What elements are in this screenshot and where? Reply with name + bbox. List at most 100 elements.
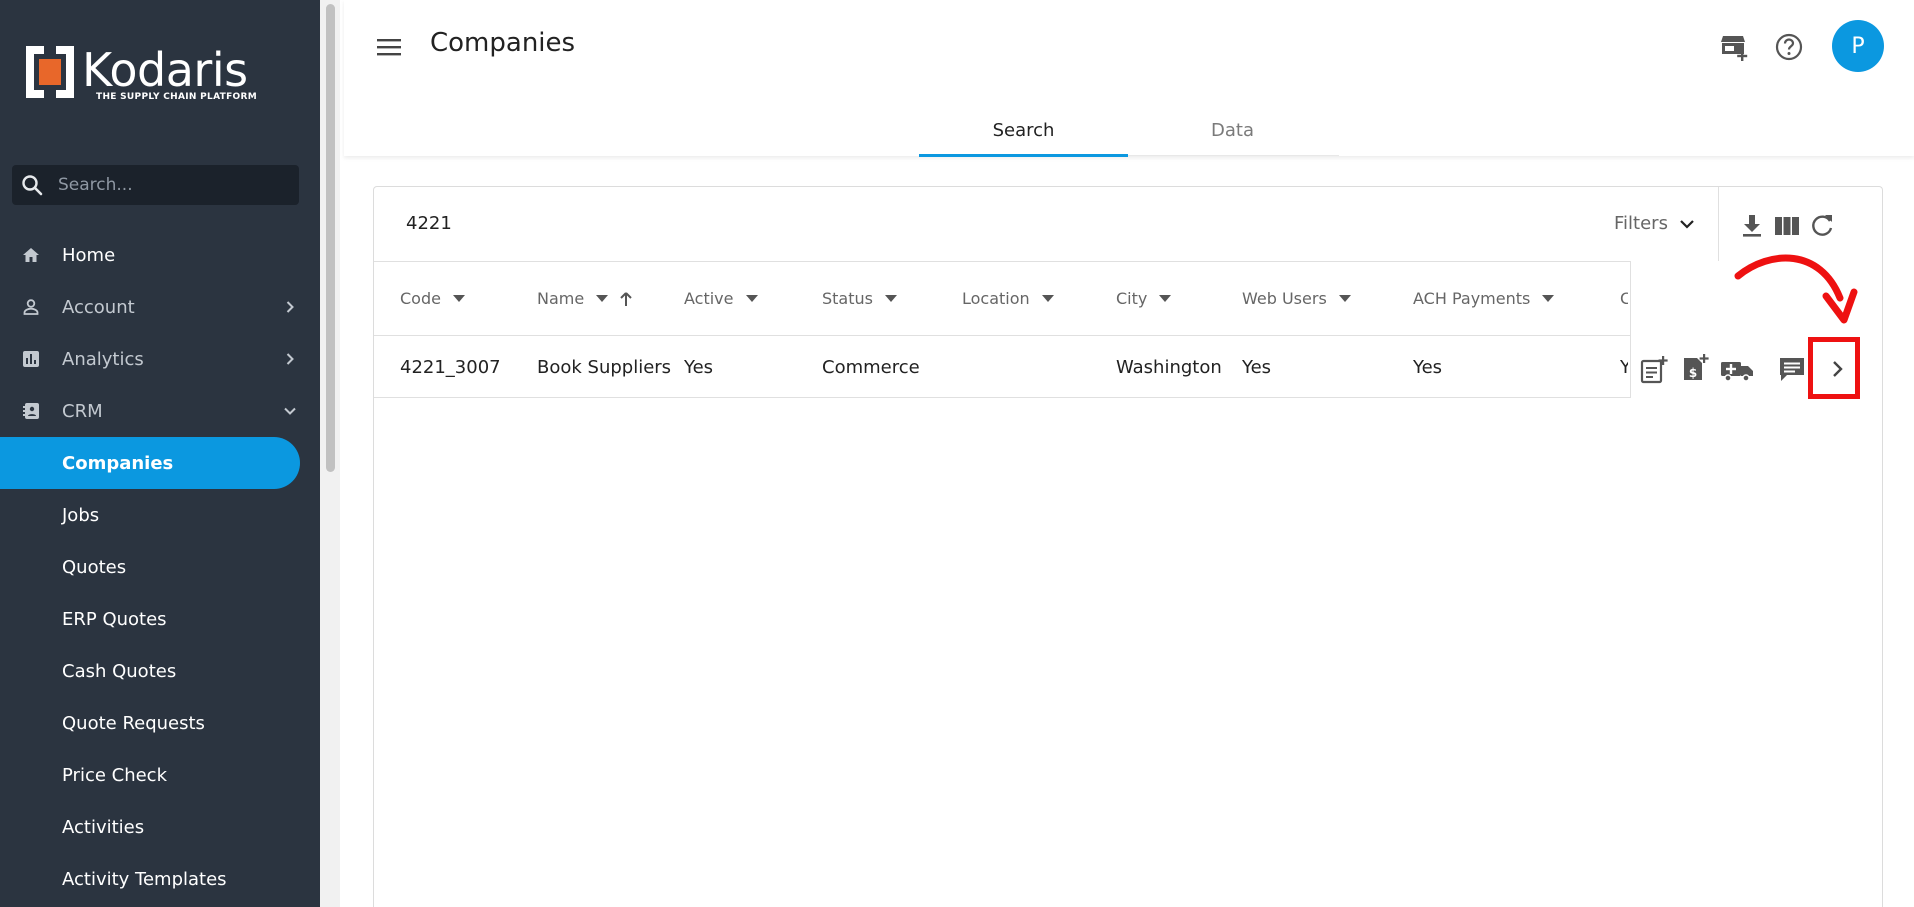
tab-search[interactable]: Search <box>919 104 1128 157</box>
sidebar-nav: Home Account Analytics CRM Companies Job… <box>0 229 320 905</box>
sidebar-item-label: Jobs <box>62 504 100 526</box>
sidebar-item-label: Price Check <box>62 764 168 786</box>
sidebar-item-quote-requests[interactable]: Quote Requests <box>0 697 320 749</box>
sidebar-item-label: Quotes <box>62 556 127 578</box>
caret-down-icon[interactable] <box>452 294 465 303</box>
sidebar-item-quotes[interactable]: Quotes <box>0 541 320 593</box>
column-header-status[interactable]: Status <box>822 289 897 308</box>
new-note-icon[interactable] <box>1639 355 1669 385</box>
column-label: Code <box>400 289 441 308</box>
sidebar-item-label: Home <box>62 244 116 266</box>
curved-arrow-icon <box>1734 254 1858 324</box>
columns-icon[interactable] <box>1773 212 1801 240</box>
search-query-input[interactable]: 4221 <box>406 213 452 234</box>
column-header-name[interactable]: Name <box>537 289 634 308</box>
column-header-truncated[interactable]: Co <box>1620 289 1628 308</box>
home-icon <box>23 248 39 262</box>
column-header-ach-payments[interactable]: ACH Payments <box>1413 289 1555 308</box>
table-cell-code: 4221_3007 <box>400 357 501 378</box>
sidebar-item-label: CRM <box>62 400 103 422</box>
chevron-down-icon <box>1680 219 1694 229</box>
highlight-box <box>1808 337 1860 399</box>
sidebar-item-home[interactable]: Home <box>0 229 320 281</box>
chevron-right-icon <box>286 353 294 365</box>
column-label: City <box>1116 289 1148 308</box>
column-label: Name <box>537 289 585 308</box>
column-header-location[interactable]: Location <box>962 289 1054 308</box>
column-header-code[interactable]: Code <box>400 289 465 308</box>
sidebar-item-activity-templates[interactable]: Activity Templates <box>0 853 320 905</box>
sidebar-item-activities[interactable]: Activities <box>0 801 320 853</box>
column-label: Status <box>822 289 873 308</box>
column-header-active[interactable]: Active <box>684 289 758 308</box>
brand-tagline: THE SUPPLY CHAIN PLATFORM <box>96 92 257 102</box>
sidebar-item-label: Activity Templates <box>62 868 227 890</box>
sidebar-search <box>12 165 299 205</box>
caret-down-icon[interactable] <box>1041 294 1054 303</box>
filters-label: Filters <box>1614 213 1668 234</box>
comment-icon[interactable] <box>1777 354 1807 384</box>
table-cell-city: Washington <box>1116 357 1222 378</box>
table-cell-truncated: Ye <box>1620 357 1628 378</box>
toolbar-divider <box>1718 187 1719 261</box>
sidebar-scrollbar-thumb[interactable] <box>326 4 335 472</box>
table-cell-active: Yes <box>684 357 714 378</box>
new-quote-icon[interactable]: $ <box>1680 353 1710 383</box>
sidebar-item-label: Companies <box>62 452 174 474</box>
sort-ascending-icon[interactable] <box>618 291 634 307</box>
hamburger-menu-icon[interactable] <box>374 32 404 62</box>
sidebar-item-label: Quote Requests <box>62 712 205 734</box>
sidebar-item-price-check[interactable]: Price Check <box>0 749 320 801</box>
brand-name: Kodaris <box>82 43 248 97</box>
refresh-icon[interactable] <box>1808 212 1836 240</box>
sidebar-item-label: Cash Quotes <box>62 660 177 682</box>
caret-down-icon[interactable] <box>596 294 609 303</box>
analytics-icon <box>23 351 39 367</box>
column-label: ACH Payments <box>1413 289 1531 308</box>
user-avatar[interactable]: P <box>1832 20 1884 72</box>
sidebar-item-companies[interactable]: Companies <box>0 437 300 489</box>
column-label: Location <box>962 289 1030 308</box>
filters-dropdown[interactable]: Filters <box>1614 213 1696 234</box>
app-header: Companies P Search Data <box>344 0 1914 157</box>
table-cell-ach-payments: Yes <box>1413 357 1443 378</box>
download-icon[interactable] <box>1738 212 1766 240</box>
add-store-icon[interactable] <box>1720 32 1750 62</box>
sidebar-item-analytics[interactable]: Analytics <box>0 333 320 385</box>
column-header-web-users[interactable]: Web Users <box>1242 289 1351 308</box>
sidebar-item-label: Account <box>62 296 135 318</box>
search-icon <box>22 175 43 196</box>
column-label: Web Users <box>1242 289 1327 308</box>
column-label: Active <box>684 289 734 308</box>
caret-down-icon[interactable] <box>745 294 758 303</box>
svg-text:$: $ <box>1689 366 1697 380</box>
sidebar-item-cash-quotes[interactable]: Cash Quotes <box>0 645 320 697</box>
caret-down-icon[interactable] <box>1338 294 1351 303</box>
sidebar: Kodaris THE SUPPLY CHAIN PLATFORM Home A… <box>0 0 320 907</box>
tab-data[interactable]: Data <box>1128 104 1337 156</box>
column-header-city[interactable]: City <box>1116 289 1172 308</box>
sidebar-item-label: Analytics <box>62 348 144 370</box>
person-icon <box>23 299 39 315</box>
chevron-down-icon <box>284 407 296 415</box>
table-cell-status: Commerce <box>822 357 920 378</box>
table-cell-name: Book Suppliers <box>537 357 672 378</box>
sidebar-item-erp-quotes[interactable]: ERP Quotes <box>0 593 320 645</box>
overflow-column-clip: Co Ye <box>1616 261 1628 397</box>
caret-down-icon[interactable] <box>1159 294 1172 303</box>
page-title: Companies <box>430 28 576 58</box>
contact-card-icon <box>23 403 39 419</box>
caret-down-icon[interactable] <box>1542 294 1555 303</box>
kodaris-logo-icon <box>26 46 74 98</box>
sidebar-item-account[interactable]: Account <box>0 281 320 333</box>
kodaris-logo[interactable]: Kodaris THE SUPPLY CHAIN PLATFORM <box>22 43 262 104</box>
add-shipment-icon[interactable] <box>1720 354 1754 384</box>
view-tabs: Search Data <box>919 104 1339 157</box>
caret-down-icon[interactable] <box>884 294 897 303</box>
help-icon[interactable] <box>1774 32 1804 62</box>
sidebar-item-crm[interactable]: CRM <box>0 385 320 437</box>
sidebar-search-input[interactable] <box>58 175 278 195</box>
sidebar-item-label: ERP Quotes <box>62 608 167 630</box>
sidebar-item-jobs[interactable]: Jobs <box>0 489 320 541</box>
table-cell-web-users: Yes <box>1242 357 1272 378</box>
